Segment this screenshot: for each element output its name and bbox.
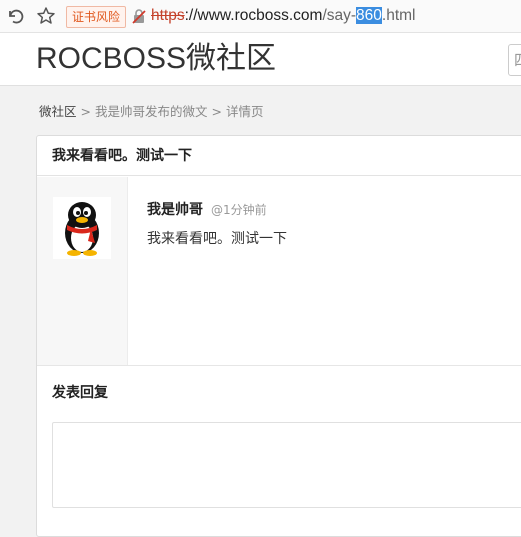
breadcrumb-item-post: 我是帅哥发布的微文 xyxy=(95,104,208,119)
site-logo[interactable]: ROCBOSS微社区 xyxy=(36,41,276,77)
site-header: ROCBOSS微社区 四 xyxy=(0,33,521,86)
url-separator: :// xyxy=(184,7,198,24)
url-scheme: https xyxy=(151,7,185,24)
url-path: /say- xyxy=(322,7,357,24)
section-divider xyxy=(37,365,521,366)
post-meta: 我是帅哥 @1分钟前 xyxy=(147,199,267,219)
search-input[interactable]: 四 xyxy=(508,44,521,76)
post-time: @1分钟前 xyxy=(211,203,267,217)
post-content: 我来看看吧。测试一下 xyxy=(147,231,287,247)
breadcrumb-separator: > xyxy=(211,104,222,119)
avatar-column xyxy=(37,177,128,365)
url-path-suffix: .html xyxy=(381,7,416,24)
breadcrumb-separator: > xyxy=(80,104,91,119)
breadcrumb-item-detail: 详情页 xyxy=(226,104,264,119)
star-icon[interactable] xyxy=(35,5,57,27)
reply-heading: 发表回复 xyxy=(52,385,108,401)
url-path-selected: 860 xyxy=(356,7,382,24)
insecure-lock-icon[interactable] xyxy=(131,8,147,24)
qq-penguin-avatar[interactable] xyxy=(53,197,111,259)
breadcrumb: 微社区 > 我是帅哥发布的微文 > 详情页 xyxy=(39,101,264,120)
author-name[interactable]: 我是帅哥 xyxy=(147,202,203,218)
breadcrumb-home[interactable]: 微社区 xyxy=(39,104,77,119)
url-domain: www.rocboss.com xyxy=(197,7,323,24)
post-panel: 我来看看吧。测试一下 我是帅哥 @1分钟前 我来看看吧。测试一下 发表回复 xyxy=(36,135,521,537)
cert-warning-badge[interactable]: 证书风险 xyxy=(66,6,127,28)
browser-toolbar: 证书风险 https://www.rocboss.com/say-860.htm… xyxy=(0,0,521,33)
back-icon[interactable] xyxy=(4,5,26,27)
reply-textarea[interactable] xyxy=(52,422,521,508)
address-bar[interactable]: https://www.rocboss.com/say-860.html xyxy=(151,5,416,27)
post-title: 我来看看吧。测试一下 xyxy=(37,136,521,176)
